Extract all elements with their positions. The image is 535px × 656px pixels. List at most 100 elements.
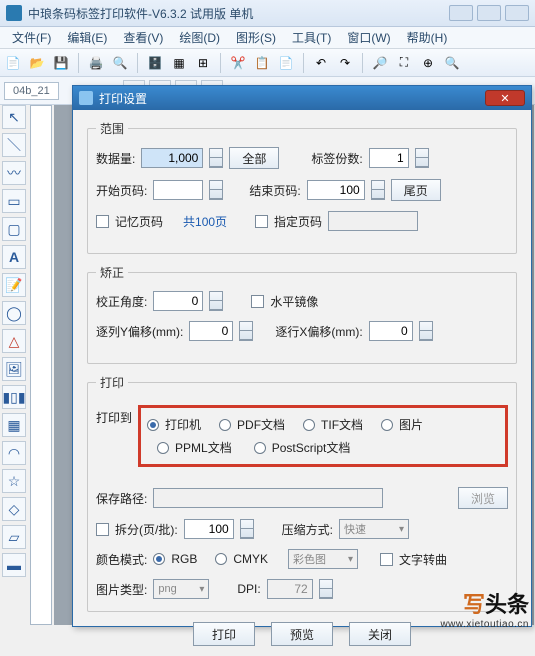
print-button[interactable]: 打印 — [193, 622, 255, 646]
close-button[interactable]: 关闭 — [349, 622, 411, 646]
specify-page-checkbox[interactable] — [255, 215, 268, 228]
end-page-input[interactable] — [307, 180, 365, 200]
barcode-tool-icon[interactable]: ▮▯▮ — [2, 385, 26, 409]
color-profile-select: 彩色图 — [288, 549, 358, 569]
menu-view[interactable]: 查看(V) — [115, 26, 171, 49]
new-icon[interactable]: 📄 — [4, 54, 22, 72]
color-rgb-radio[interactable] — [153, 553, 165, 565]
all-button[interactable]: 全部 — [229, 147, 279, 169]
rich-text-tool-icon[interactable]: 📝 — [2, 273, 26, 297]
image-tool-icon[interactable]: 🖼 — [2, 357, 26, 381]
separator — [362, 53, 363, 73]
dpi-label: DPI: — [237, 582, 260, 596]
diamond-tool-icon[interactable]: ◇ — [2, 497, 26, 521]
arc-tool-icon[interactable]: ◠ — [2, 441, 26, 465]
menu-help[interactable]: 帮助(H) — [399, 26, 456, 49]
data-qty-spinner[interactable] — [209, 148, 223, 168]
redo-icon[interactable]: ↷ — [336, 54, 354, 72]
x-offset-input[interactable] — [369, 321, 413, 341]
target-tif-radio[interactable] — [303, 419, 315, 431]
polygon-tool-icon[interactable]: △ — [2, 329, 26, 353]
watermark: 写头条 www.xietoutiao.cn — [440, 587, 529, 630]
copies-input[interactable] — [369, 148, 409, 168]
text-tool-icon[interactable]: A — [2, 245, 26, 269]
data-qty-input[interactable] — [141, 148, 203, 168]
star-tool-icon[interactable]: ☆ — [2, 469, 26, 493]
line-tool-icon[interactable]: ＼ — [2, 133, 26, 157]
print-icon[interactable]: 🖨️ — [87, 54, 105, 72]
dpi-input — [267, 579, 313, 599]
compress-select: 快速 — [339, 519, 409, 539]
dialog-titlebar: 打印设置 ✕ — [73, 86, 531, 110]
save-icon[interactable]: 💾 — [52, 54, 70, 72]
database-icon[interactable]: 🗄️ — [146, 54, 164, 72]
pointer-tool-icon[interactable]: ↖ — [2, 105, 26, 129]
roundrect-tool-icon[interactable]: ▢ — [2, 217, 26, 241]
copy-icon[interactable]: 📋 — [253, 54, 271, 72]
target-image-radio[interactable] — [381, 419, 393, 431]
undo-icon[interactable]: ↶ — [312, 54, 330, 72]
center-icon[interactable]: ⊕ — [419, 54, 437, 72]
angle-label: 校正角度: — [96, 293, 147, 310]
split-checkbox[interactable] — [96, 523, 109, 536]
target-ps-radio[interactable] — [254, 442, 266, 454]
dialog-icon — [79, 91, 93, 105]
y-offset-spinner[interactable] — [239, 321, 253, 341]
end-page-spinner[interactable] — [371, 180, 385, 200]
menu-file[interactable]: 文件(F) — [4, 26, 59, 49]
minimize-button[interactable] — [449, 5, 473, 21]
menu-draw[interactable]: 绘图(D) — [171, 26, 228, 49]
curve-tool-icon[interactable]: 〰 — [2, 161, 26, 185]
target-ppml-radio[interactable] — [157, 442, 169, 454]
color-cmyk-radio[interactable] — [215, 553, 227, 565]
menu-tool[interactable]: 工具(T) — [284, 26, 339, 49]
document-tab[interactable]: 04b_21 — [4, 82, 59, 100]
qrcode-tool-icon[interactable]: ▦ — [2, 413, 26, 437]
target-tif-label: TIF文档 — [321, 416, 363, 433]
grid-icon[interactable]: ⊞ — [194, 54, 212, 72]
close-window-button[interactable] — [505, 5, 529, 21]
split-input[interactable] — [184, 519, 234, 539]
copies-spinner[interactable] — [415, 148, 429, 168]
angle-spinner[interactable] — [209, 291, 223, 311]
menu-shape[interactable]: 图形(S) — [228, 26, 284, 49]
parallelogram-tool-icon[interactable]: ▱ — [2, 525, 26, 549]
menu-edit[interactable]: 编辑(E) — [59, 26, 115, 49]
outline-text-checkbox[interactable] — [380, 553, 393, 566]
open-icon[interactable]: 📂 — [28, 54, 46, 72]
copies-label: 标签份数: — [311, 150, 362, 167]
last-page-button[interactable]: 尾页 — [391, 179, 441, 201]
menu-window[interactable]: 窗口(W) — [339, 26, 398, 49]
preview-icon[interactable]: 🔍 — [111, 54, 129, 72]
target-printer-radio[interactable] — [147, 419, 159, 431]
start-page-input[interactable] — [153, 180, 203, 200]
y-offset-input[interactable] — [189, 321, 233, 341]
preview-button[interactable]: 预览 — [271, 622, 333, 646]
target-ps-label: PostScript文档 — [272, 439, 351, 456]
zoom-out-icon[interactable]: 🔍 — [443, 54, 461, 72]
target-pdf-radio[interactable] — [219, 419, 231, 431]
total-pages-link[interactable]: 共100页 — [183, 213, 227, 230]
mirror-checkbox[interactable] — [251, 295, 264, 308]
ellipse-tool-icon[interactable]: ◯ — [2, 301, 26, 325]
mirror-label: 水平镜像 — [270, 293, 318, 310]
x-offset-spinner[interactable] — [419, 321, 433, 341]
rect-tool-icon[interactable]: ▭ — [2, 189, 26, 213]
target-pdf-label: PDF文档 — [237, 416, 285, 433]
angle-input[interactable] — [153, 291, 203, 311]
paste-icon[interactable]: 📄 — [277, 54, 295, 72]
y-offset-label: 逐列Y偏移(mm): — [96, 323, 183, 340]
menubar: 文件(F) 编辑(E) 查看(V) 绘图(D) 图形(S) 工具(T) 窗口(W… — [0, 27, 535, 49]
watermark-url: www.xietoutiao.cn — [440, 619, 529, 630]
cut-icon[interactable]: ✂️ — [229, 54, 247, 72]
start-page-spinner[interactable] — [209, 180, 223, 200]
dialog-close-button[interactable]: ✕ — [485, 90, 525, 106]
fit-icon[interactable]: ⛶ — [395, 54, 413, 72]
remember-page-checkbox[interactable] — [96, 215, 109, 228]
split-spinner[interactable] — [240, 519, 254, 539]
table-icon[interactable]: ▦ — [170, 54, 188, 72]
maximize-button[interactable] — [477, 5, 501, 21]
print-legend: 打印 — [96, 374, 128, 391]
zoom-in-icon[interactable]: 🔎 — [371, 54, 389, 72]
fill-tool-icon[interactable]: ▬ — [2, 553, 26, 577]
